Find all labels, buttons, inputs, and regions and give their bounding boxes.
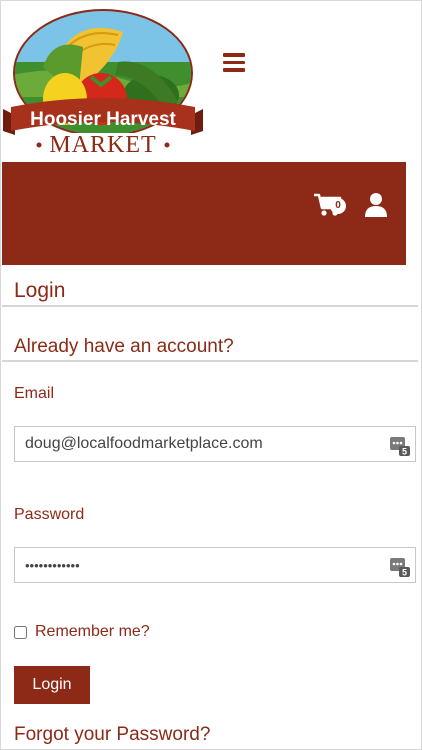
svg-text:5: 5 xyxy=(402,568,407,578)
page-frame: Hoosier Harvest MARKET 0 Login Already h… xyxy=(0,0,422,750)
logo-text-line1: Hoosier Harvest xyxy=(30,109,176,130)
password-manager-icon[interactable]: 5 xyxy=(389,555,411,577)
divider xyxy=(2,305,418,307)
cart-count-badge: 0 xyxy=(330,198,346,214)
login-button[interactable]: Login xyxy=(14,666,90,704)
hoosier-harvest-logo[interactable]: Hoosier Harvest MARKET xyxy=(3,7,203,157)
password-label: Password xyxy=(14,506,85,523)
page-title: Login xyxy=(14,279,66,302)
svg-text:5: 5 xyxy=(402,447,407,457)
divider xyxy=(2,360,418,362)
logo-text-line2: MARKET xyxy=(49,132,156,157)
password-field[interactable] xyxy=(15,548,385,582)
password-field-box: 5 xyxy=(14,547,416,583)
remember-me-checkbox[interactable] xyxy=(14,625,27,639)
user-icon[interactable] xyxy=(365,192,387,218)
email-field[interactable] xyxy=(15,427,385,461)
password-manager-icon[interactable]: 5 xyxy=(389,434,411,456)
remember-me-label: Remember me? xyxy=(35,623,150,640)
forgot-password-link[interactable]: Forgot your Password? xyxy=(14,724,210,746)
section-subtitle: Already have an account? xyxy=(14,336,234,357)
remember-me[interactable]: Remember me? xyxy=(14,623,150,641)
email-label: Email xyxy=(14,385,55,402)
email-field-box: 5 xyxy=(14,426,416,462)
hamburger-icon[interactable] xyxy=(223,53,245,72)
